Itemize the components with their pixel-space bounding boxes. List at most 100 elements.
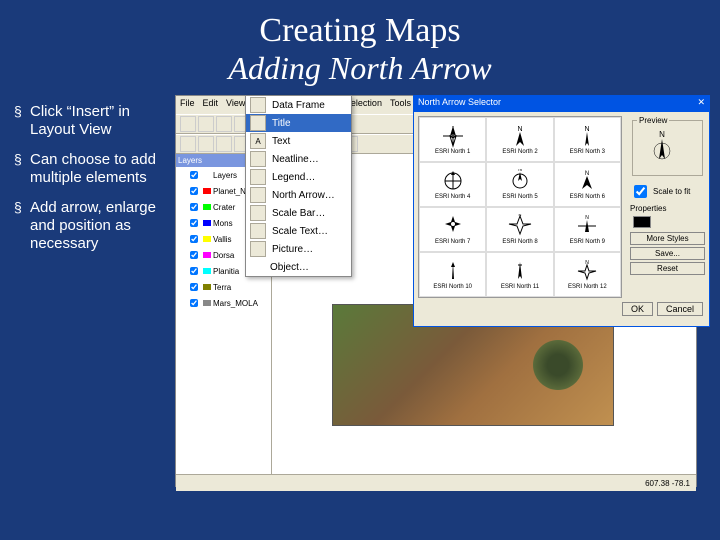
status-bar: 607.38 -78.1 bbox=[176, 474, 696, 491]
close-icon[interactable]: ✕ bbox=[697, 97, 705, 111]
arrow-style-label: ESRI North 11 bbox=[501, 284, 539, 290]
svg-text:N: N bbox=[585, 126, 590, 133]
svg-text:N: N bbox=[518, 169, 522, 173]
north-arrow-option[interactable]: NESRI North 6 bbox=[554, 162, 621, 207]
toc-layer-item[interactable]: Terra bbox=[176, 279, 271, 295]
menu-edit[interactable]: Edit bbox=[203, 98, 219, 112]
svg-text:N: N bbox=[659, 130, 665, 139]
north-arrow-icon bbox=[505, 259, 535, 283]
bullet-item: Click “Insert” in Layout View bbox=[10, 103, 175, 139]
svg-text:N: N bbox=[586, 215, 590, 221]
menu-item-title[interactable]: Title bbox=[246, 114, 351, 132]
ok-button[interactable]: OK bbox=[622, 302, 653, 316]
menu-item-label: North Arrow… bbox=[272, 190, 335, 201]
toolbar-button[interactable] bbox=[180, 116, 196, 132]
north-arrow-selector-dialog[interactable]: North Arrow Selector ✕ ESRI North 1NESRI… bbox=[413, 95, 710, 327]
na-icon bbox=[250, 187, 266, 203]
title-icon bbox=[250, 115, 266, 131]
arrow-style-label: ESRI North 10 bbox=[433, 284, 472, 290]
status-coords: 607.38 -78.1 bbox=[645, 479, 690, 488]
toc-layer-item[interactable]: Mars_MOLA bbox=[176, 295, 271, 311]
north-arrow-option[interactable]: NESRI North 5 bbox=[486, 162, 553, 207]
bullet-item: Can choose to add multiple elements bbox=[10, 151, 175, 187]
arrow-style-label: ESRI North 3 bbox=[570, 149, 605, 155]
north-arrow-preview-icon: N bbox=[637, 129, 687, 169]
menu-item-label: Text bbox=[272, 136, 290, 147]
cancel-button[interactable]: Cancel bbox=[657, 302, 703, 316]
north-arrow-icon: N bbox=[505, 124, 535, 148]
menu-item-object[interactable]: Object… bbox=[246, 258, 351, 276]
df-icon bbox=[250, 97, 266, 113]
menu-tools[interactable]: Tools bbox=[390, 98, 411, 112]
north-arrow-option[interactable]: NESRI North 8 bbox=[486, 207, 553, 252]
north-arrow-option[interactable]: N ESRI North 2 bbox=[486, 117, 553, 162]
arrow-style-grid[interactable]: ESRI North 1 N ESRI North 2 N ESRI North 3 ES… bbox=[418, 116, 622, 298]
toolbar-button[interactable] bbox=[216, 116, 232, 132]
north-arrow-option[interactable]: ESRI North 1 bbox=[419, 117, 486, 162]
svg-text:N: N bbox=[517, 126, 522, 133]
menu-item-northarrow[interactable]: North Arrow… bbox=[246, 186, 351, 204]
north-arrow-icon bbox=[438, 169, 468, 193]
color-swatch[interactable] bbox=[633, 216, 651, 228]
menu-item-picture[interactable]: Picture… bbox=[246, 240, 351, 258]
north-arrow-icon: N bbox=[572, 259, 602, 283]
north-arrow-icon: N bbox=[572, 169, 602, 193]
menu-item-label: Title bbox=[272, 118, 291, 129]
insert-dropdown[interactable]: Data Frame Title A Text Neatline… Legend… Nort… bbox=[245, 95, 352, 277]
north-arrow-icon bbox=[438, 214, 468, 238]
st-icon bbox=[250, 223, 266, 239]
bullet-list: Click “Insert” in Layout View Can choose… bbox=[10, 95, 175, 495]
north-arrow-option[interactable]: NESRI North 12 bbox=[554, 252, 621, 297]
arrow-style-label: ESRI North 9 bbox=[570, 239, 605, 245]
arrow-style-label: ESRI North 7 bbox=[435, 239, 470, 245]
toolbar-button[interactable] bbox=[216, 136, 232, 152]
reset-button[interactable]: Reset bbox=[630, 262, 705, 275]
toolbar-button[interactable] bbox=[180, 136, 196, 152]
menu-item-label: Object… bbox=[270, 262, 309, 273]
menu-item-scalebar[interactable]: Scale Bar… bbox=[246, 204, 351, 222]
menu-file[interactable]: File bbox=[180, 98, 195, 112]
crater-feature bbox=[533, 340, 583, 390]
north-arrow-icon: N bbox=[572, 124, 602, 148]
slide-title: Creating Maps bbox=[0, 0, 720, 50]
arrow-style-label: ESRI North 6 bbox=[570, 194, 605, 200]
menu-item-text[interactable]: A Text bbox=[246, 132, 351, 150]
north-arrow-option[interactable]: ESRI North 7 bbox=[419, 207, 486, 252]
leg-icon bbox=[250, 169, 266, 185]
north-arrow-option[interactable]: N ESRI North 9 bbox=[554, 207, 621, 252]
north-arrow-option[interactable]: N ESRI North 3 bbox=[554, 117, 621, 162]
menu-item-label: Picture… bbox=[272, 244, 313, 255]
arrow-style-label: ESRI North 4 bbox=[435, 194, 470, 200]
menu-item-scaletext[interactable]: Scale Text… bbox=[246, 222, 351, 240]
north-arrow-option[interactable]: ESRI North 4 bbox=[419, 162, 486, 207]
menu-item-label: Scale Text… bbox=[272, 226, 328, 237]
bullet-item: Add arrow, enlarge and position as neces… bbox=[10, 199, 175, 253]
A-icon: A bbox=[250, 133, 266, 149]
arrow-style-label: ESRI North 2 bbox=[502, 149, 537, 155]
pic-icon bbox=[250, 241, 266, 257]
menu-item-label: Data Frame bbox=[272, 100, 325, 111]
menu-item-legend[interactable]: Legend… bbox=[246, 168, 351, 186]
dialog-title: North Arrow Selector bbox=[418, 97, 501, 111]
north-arrow-icon: N bbox=[572, 214, 602, 238]
save-style-button[interactable]: Save... bbox=[630, 247, 705, 260]
menu-item-label: Scale Bar… bbox=[272, 208, 325, 219]
toolbar-button[interactable] bbox=[198, 116, 214, 132]
preview-label: Preview bbox=[637, 116, 669, 125]
north-arrow-option[interactable]: ESRI North 10 bbox=[419, 252, 486, 297]
preview-group: Preview N bbox=[632, 116, 703, 176]
menu-item-neatline[interactable]: Neatline… bbox=[246, 150, 351, 168]
properties-label: Properties bbox=[630, 204, 705, 213]
slide-subtitle: Adding North Arrow bbox=[0, 50, 720, 95]
scale-to-fit-checkbox[interactable] bbox=[634, 185, 647, 198]
more-styles-button[interactable]: More Styles bbox=[630, 232, 705, 245]
menu-view[interactable]: View bbox=[226, 98, 245, 112]
menu-item-dataframe[interactable]: Data Frame bbox=[246, 96, 351, 114]
north-arrow-option[interactable]: ESRI North 11 bbox=[486, 252, 553, 297]
arrow-style-label: ESRI North 8 bbox=[502, 239, 537, 245]
sb-icon bbox=[250, 205, 266, 221]
menu-item-label: Legend… bbox=[272, 172, 315, 183]
arrow-style-label: ESRI North 12 bbox=[568, 284, 607, 290]
toolbar-button[interactable] bbox=[198, 136, 214, 152]
arrow-style-label: ESRI North 1 bbox=[435, 149, 470, 155]
